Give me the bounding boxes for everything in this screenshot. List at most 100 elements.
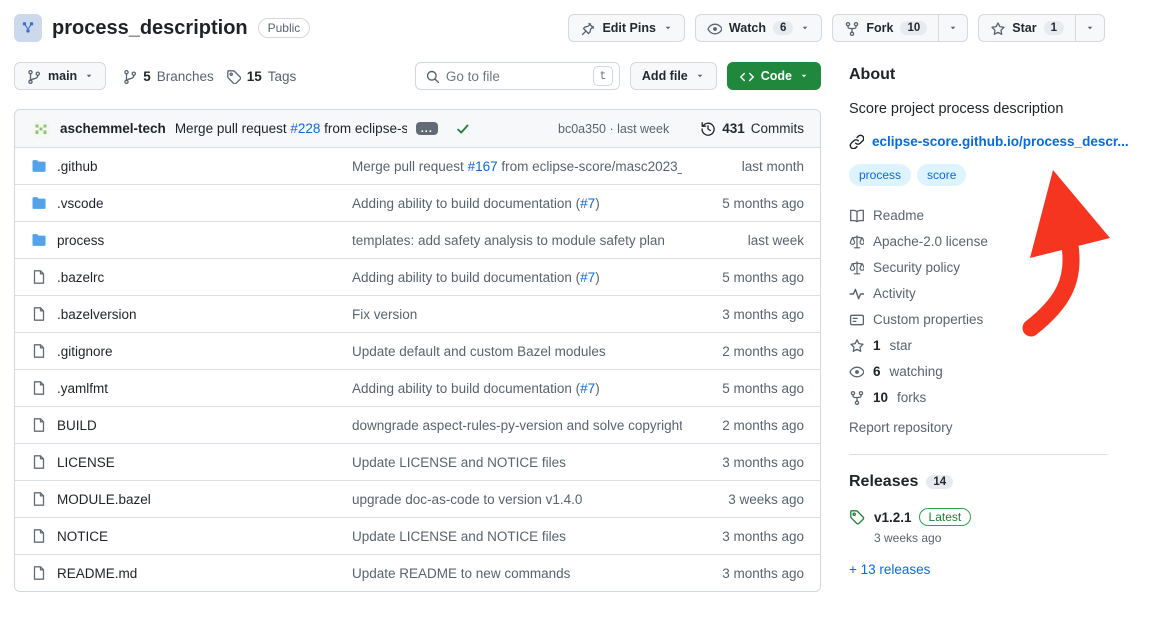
code-column: main 5 Branches 15 Tags Go to file (14, 62, 821, 592)
website-link[interactable]: eclipse-score.github.io/process_descr... (872, 134, 1129, 149)
link-icon (849, 134, 864, 149)
file-name-link[interactable]: BUILD (57, 418, 97, 433)
history-icon (700, 121, 716, 137)
branches-link[interactable]: 5 Branches (122, 69, 214, 84)
sidebar-item-star[interactable]: 1 star (849, 332, 1107, 358)
file-name-link[interactable]: .gitignore (57, 344, 113, 359)
commit-message-cell: downgrade aspect-rules-py-version and so… (352, 418, 682, 433)
sidebar-item-security-policy[interactable]: Security policy (849, 254, 1107, 280)
file-icon (31, 306, 47, 322)
pr-link[interactable]: #7 (580, 196, 595, 211)
file-name-link[interactable]: README.md (57, 566, 137, 581)
file-name-link[interactable]: .yamlfmt (57, 381, 108, 396)
file-name-link[interactable]: LICENSE (57, 455, 115, 470)
tags-link[interactable]: 15 Tags (226, 69, 297, 84)
search-placeholder: Go to file (446, 69, 586, 84)
file-name-link[interactable]: MODULE.bazel (57, 492, 151, 507)
file-name-link[interactable]: .github (57, 159, 98, 174)
file-name-link[interactable]: .bazelrc (57, 270, 104, 285)
table-row[interactable]: .bazelversion Fix version 3 months ago (15, 295, 820, 332)
pr-link[interactable]: #7 (580, 381, 595, 396)
sidebar-item-activity[interactable]: Activity (849, 280, 1107, 306)
topic-tag[interactable]: process (849, 164, 911, 186)
tag-icon (849, 509, 865, 525)
more-releases-link[interactable]: + 13 releases (849, 562, 930, 577)
topics: process score (849, 164, 1107, 186)
commit-author-link[interactable]: aschemmel-tech (60, 121, 166, 136)
sidebar-item-custom-properties[interactable]: Custom properties (849, 306, 1107, 332)
table-row[interactable]: LICENSE Update LICENSE and NOTICE files … (15, 443, 820, 480)
pr-link[interactable]: #167 (468, 159, 498, 174)
file-name-link[interactable]: .vscode (57, 196, 104, 211)
watch-count: 6 (773, 21, 793, 35)
repo-actions: Edit Pins Watch 6 Fork 10 (568, 14, 1105, 42)
commit-message-expander-button[interactable]: ... (416, 122, 438, 135)
star-dropdown-button[interactable] (1075, 14, 1105, 42)
commit-sha-and-time[interactable]: bc0a350 · last week (558, 122, 669, 136)
table-row[interactable]: .yamlfmt Adding ability to build documen… (15, 369, 820, 406)
keyboard-shortcut-badge: t (593, 66, 613, 86)
file-name-link[interactable]: .bazelversion (57, 307, 137, 322)
org-avatar[interactable] (14, 14, 42, 42)
file-name-link[interactable]: process (57, 233, 104, 248)
file-name-cell: MODULE.bazel (31, 491, 352, 507)
table-row[interactable]: MODULE.bazel upgrade doc-as-code to vers… (15, 480, 820, 517)
latest-release[interactable]: v1.2.1 Latest 3 weeks ago (849, 508, 1107, 545)
branch-selector[interactable]: main (14, 62, 106, 90)
repo-title[interactable]: process_description (52, 17, 248, 40)
commit-date-cell: 2 months ago (682, 418, 804, 433)
table-row[interactable]: .vscode Adding ability to build document… (15, 184, 820, 221)
sidebar-item-readme[interactable]: Readme (849, 202, 1107, 228)
sidebar-item-apache-2-0-license[interactable]: Apache-2.0 license (849, 228, 1107, 254)
table-row[interactable]: .github Merge pull request #167 from ecl… (15, 147, 820, 184)
file-icon (31, 417, 47, 433)
table-row[interactable]: .gitignore Update default and custom Baz… (15, 332, 820, 369)
fork-button[interactable]: Fork 10 (832, 14, 938, 42)
eye-icon (707, 21, 722, 36)
commit-message-cell: Adding ability to build documentation (#… (352, 381, 682, 396)
commit-message-cell: Update LICENSE and NOTICE files (352, 529, 682, 544)
file-name-link[interactable]: NOTICE (57, 529, 108, 544)
latest-commit-bar: aschemmel-tech Merge pull request #228 f… (15, 110, 820, 147)
fork-dropdown-button[interactable] (938, 14, 968, 42)
star-button[interactable]: Star 1 (978, 14, 1075, 42)
code-button[interactable]: Code (727, 62, 821, 90)
file-name-cell: .vscode (31, 195, 352, 211)
commit-message-cell: Update default and custom Bazel modules (352, 344, 682, 359)
tag-icon (226, 69, 241, 84)
pr-link[interactable]: #7 (580, 270, 595, 285)
commit-author-avatar[interactable] (31, 119, 51, 139)
file-icon (31, 380, 47, 396)
table-row[interactable]: BUILD downgrade aspect-rules-py-version … (15, 406, 820, 443)
edit-pins-button[interactable]: Edit Pins (568, 14, 684, 42)
file-icon (31, 565, 47, 581)
pulse-icon (849, 286, 864, 301)
star-icon (849, 338, 864, 353)
sidebar-item-forks[interactable]: 10 forks (849, 384, 1107, 410)
commit-date-cell: 3 months ago (682, 455, 804, 470)
watch-button[interactable]: Watch 6 (695, 14, 822, 42)
releases-title: Releases 14 (849, 473, 1107, 491)
star-icon (990, 21, 1005, 36)
file-table-body: .github Merge pull request #167 from ecl… (15, 147, 820, 591)
commit-date-cell: 5 months ago (682, 270, 804, 285)
table-row[interactable]: NOTICE Update LICENSE and NOTICE files 3… (15, 517, 820, 554)
code-toolbar: main 5 Branches 15 Tags Go to file (14, 62, 821, 90)
pr-link[interactable]: #228 (290, 121, 320, 136)
table-row[interactable]: process templates: add safety analysis t… (15, 221, 820, 258)
file-browser: aschemmel-tech Merge pull request #228 f… (14, 109, 821, 592)
commit-history-link[interactable]: 431 Commits (700, 121, 804, 137)
add-file-button[interactable]: Add file (630, 62, 717, 90)
go-to-file-input[interactable]: Go to file t (415, 62, 620, 90)
chevron-down-icon (799, 71, 809, 81)
table-row[interactable]: .bazelrc Adding ability to build documen… (15, 258, 820, 295)
file-name-cell: .gitignore (31, 343, 352, 359)
report-repository-link[interactable]: Report repository (849, 420, 953, 435)
sidebar-item-watching[interactable]: 6 watching (849, 358, 1107, 384)
chevron-down-icon (695, 71, 705, 81)
topic-tag[interactable]: score (917, 164, 966, 186)
checks-passed-icon[interactable] (455, 121, 471, 137)
about-title: About (849, 66, 1107, 84)
commit-message[interactable]: Merge pull request #228 from eclipse-sco… (175, 121, 407, 136)
table-row[interactable]: README.md Update README to new commands … (15, 554, 820, 591)
